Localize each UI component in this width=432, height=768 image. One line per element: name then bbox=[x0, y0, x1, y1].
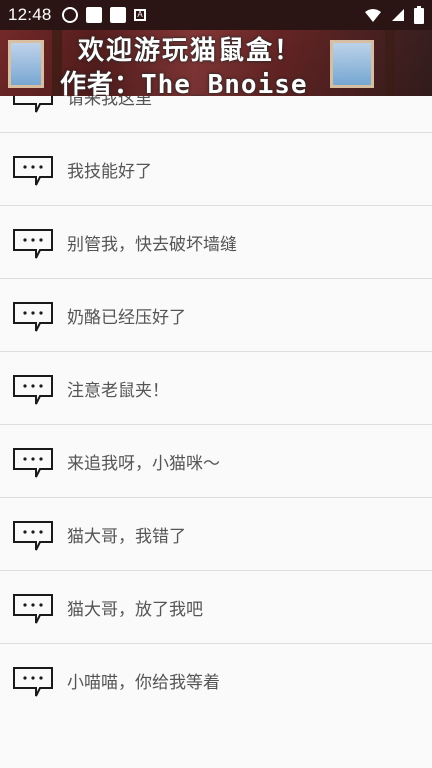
box-icon bbox=[86, 7, 102, 23]
list-item[interactable]: 奶酪已经压好了 bbox=[0, 279, 432, 352]
a-icon: A bbox=[134, 9, 146, 21]
list-item-label: 来追我呀，小猫咪～ bbox=[67, 454, 220, 474]
list-item[interactable]: 别管我，快去破坏墙缝 bbox=[0, 206, 432, 279]
list-item-label: 小喵喵，你给我等着 bbox=[67, 673, 220, 693]
speech-bubble-icon bbox=[13, 375, 53, 405]
list-item-label: 请来我这里 bbox=[67, 96, 152, 109]
status-icons-right bbox=[364, 6, 424, 24]
status-time: 12:48 bbox=[8, 5, 52, 24]
phrase-list[interactable]: 请来我这里 我技能好了 别管我，快去破坏墙缝 奶酪已经压好了 注意老鼠夹！ 来追… bbox=[0, 96, 432, 768]
wifi-icon bbox=[365, 9, 381, 22]
list-item[interactable]: 我技能好了 bbox=[0, 133, 432, 206]
signal-icon bbox=[392, 9, 404, 21]
speech-bubble-icon bbox=[13, 521, 53, 551]
banner-title: 欢迎游玩猫鼠盒！ bbox=[78, 36, 303, 66]
speech-bubble-icon bbox=[13, 302, 53, 332]
speech-bubble-icon bbox=[13, 96, 53, 113]
speech-bubble-icon bbox=[13, 229, 53, 259]
speech-bubble-icon bbox=[13, 448, 53, 478]
speech-bubble-icon bbox=[13, 667, 53, 697]
banner-pillar bbox=[385, 30, 395, 96]
list-item-label: 奶酪已经压好了 bbox=[67, 308, 186, 328]
list-item-label: 注意老鼠夹！ bbox=[67, 381, 169, 401]
list-item[interactable]: 请来我这里 bbox=[0, 96, 432, 133]
list-item-label: 别管我，快去破坏墙缝 bbox=[67, 235, 237, 255]
list-item[interactable]: 小喵喵，你给我等着 bbox=[0, 644, 432, 717]
banner-window bbox=[330, 40, 374, 88]
list-item[interactable]: 猫大哥，放了我吧 bbox=[0, 571, 432, 644]
status-icons-left: A bbox=[62, 7, 146, 23]
battery-icon bbox=[414, 6, 424, 24]
banner-window bbox=[8, 40, 44, 88]
list-item-label: 猫大哥，我错了 bbox=[67, 527, 186, 547]
box-icon bbox=[110, 7, 126, 23]
banner-author: 作者：The_Bnoise bbox=[60, 70, 308, 96]
speech-bubble-icon bbox=[13, 156, 53, 186]
list-item[interactable]: 注意老鼠夹！ bbox=[0, 352, 432, 425]
status-bar: 12:48 A bbox=[0, 0, 432, 30]
nav-icon bbox=[62, 7, 78, 23]
speech-bubble-icon bbox=[13, 594, 53, 624]
list-item[interactable]: 猫大哥，我错了 bbox=[0, 498, 432, 571]
list-item-label: 猫大哥，放了我吧 bbox=[67, 600, 203, 620]
list-item[interactable]: 来追我呀，小猫咪～ bbox=[0, 425, 432, 498]
banner: 欢迎游玩猫鼠盒！ 作者：The_Bnoise bbox=[0, 30, 432, 96]
list-item-label: 我技能好了 bbox=[67, 162, 152, 182]
